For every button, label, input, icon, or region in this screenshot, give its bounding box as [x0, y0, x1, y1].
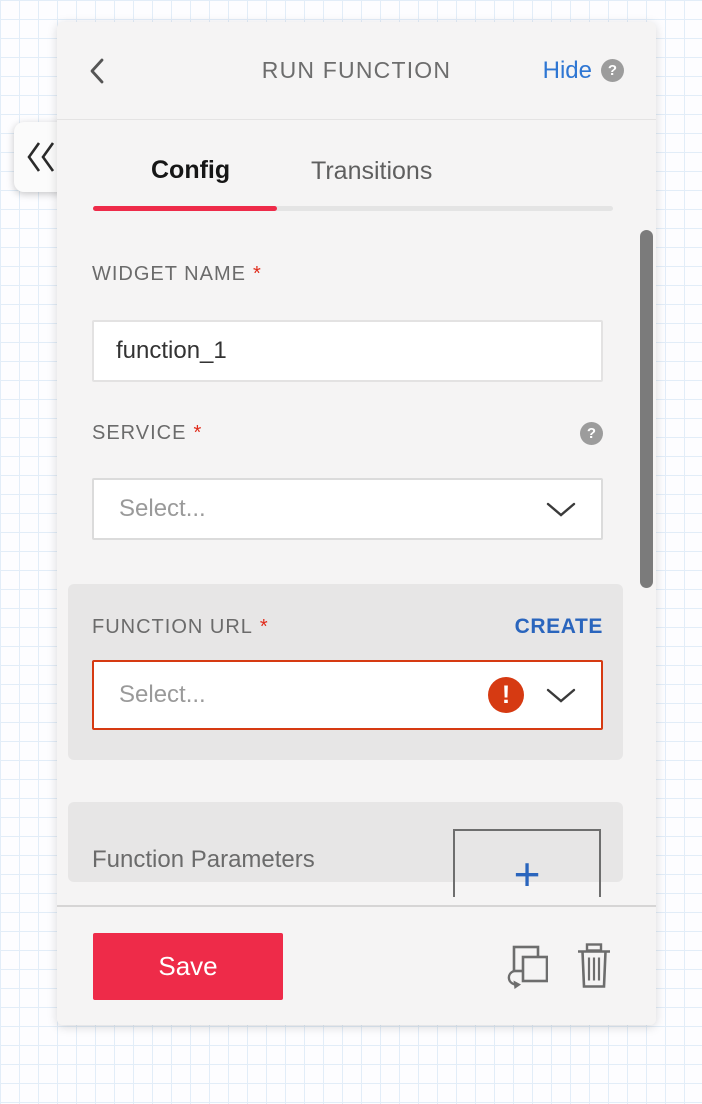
required-marker: *	[260, 616, 269, 638]
back-button[interactable]	[87, 55, 107, 87]
widget-name-input[interactable]	[92, 320, 603, 382]
footer-icon-group	[502, 942, 614, 990]
error-glyph: !	[502, 681, 510, 710]
hide-panel-link[interactable]: Hide	[543, 57, 592, 85]
function-parameters-section: Function Parameters +	[68, 802, 623, 882]
service-select-placeholder: Select...	[119, 495, 545, 523]
function-url-label: FUNCTION URL *	[92, 616, 269, 639]
trash-icon	[574, 942, 614, 990]
function-url-head: FUNCTION URL * CREATE	[92, 614, 603, 640]
help-glyph: ?	[608, 62, 617, 79]
duplicate-widget-button[interactable]	[502, 942, 548, 990]
validation-error-icon: !	[488, 677, 524, 713]
function-url-section: FUNCTION URL * CREATE Select... !	[68, 584, 623, 760]
tab-config[interactable]: Config	[151, 156, 230, 185]
chevron-down-icon	[545, 687, 577, 704]
add-parameter-button[interactable]: +	[453, 829, 601, 897]
save-button[interactable]: Save	[93, 933, 283, 1000]
duplicate-widget-icon	[502, 942, 548, 990]
delete-widget-button[interactable]	[574, 942, 614, 990]
help-glyph: ?	[587, 425, 596, 442]
function-parameters-label: Function Parameters	[92, 846, 315, 874]
chevron-left-icon	[89, 57, 105, 85]
service-select[interactable]: Select...	[92, 478, 603, 540]
panel-scrollbar[interactable]	[640, 230, 653, 588]
flow-canvas[interactable]: RUN FUNCTION Hide ? Config Transitions W…	[0, 0, 702, 1104]
widget-name-label-text: WIDGET NAME	[92, 263, 246, 285]
active-tab-indicator	[93, 206, 277, 211]
widget-name-label: WIDGET NAME *	[92, 263, 603, 286]
chevron-down-icon	[545, 501, 577, 518]
panel-footer: Save	[57, 905, 656, 1025]
plus-icon: +	[514, 848, 541, 897]
create-function-url-link[interactable]: CREATE	[515, 615, 603, 639]
tab-bar: Config Transitions	[93, 156, 613, 211]
tab-transitions[interactable]: Transitions	[311, 157, 432, 186]
required-marker: *	[193, 422, 202, 444]
header-actions: Hide ?	[543, 57, 624, 85]
config-form: WIDGET NAME * SERVICE * ? Select...	[57, 211, 656, 897]
run-function-config-panel: RUN FUNCTION Hide ? Config Transitions W…	[57, 22, 656, 1025]
required-marker: *	[253, 263, 262, 285]
panel-header: RUN FUNCTION Hide ?	[57, 22, 656, 120]
help-icon[interactable]: ?	[601, 59, 624, 82]
function-url-label-text: FUNCTION URL	[92, 616, 253, 638]
function-url-select-placeholder: Select...	[119, 681, 488, 709]
service-label: SERVICE *	[92, 422, 202, 445]
service-label-row: SERVICE * ?	[92, 420, 603, 446]
service-help-icon[interactable]: ?	[580, 422, 603, 445]
service-label-text: SERVICE	[92, 422, 186, 444]
function-url-select[interactable]: Select... !	[92, 660, 603, 730]
double-chevron-left-icon	[25, 139, 59, 175]
